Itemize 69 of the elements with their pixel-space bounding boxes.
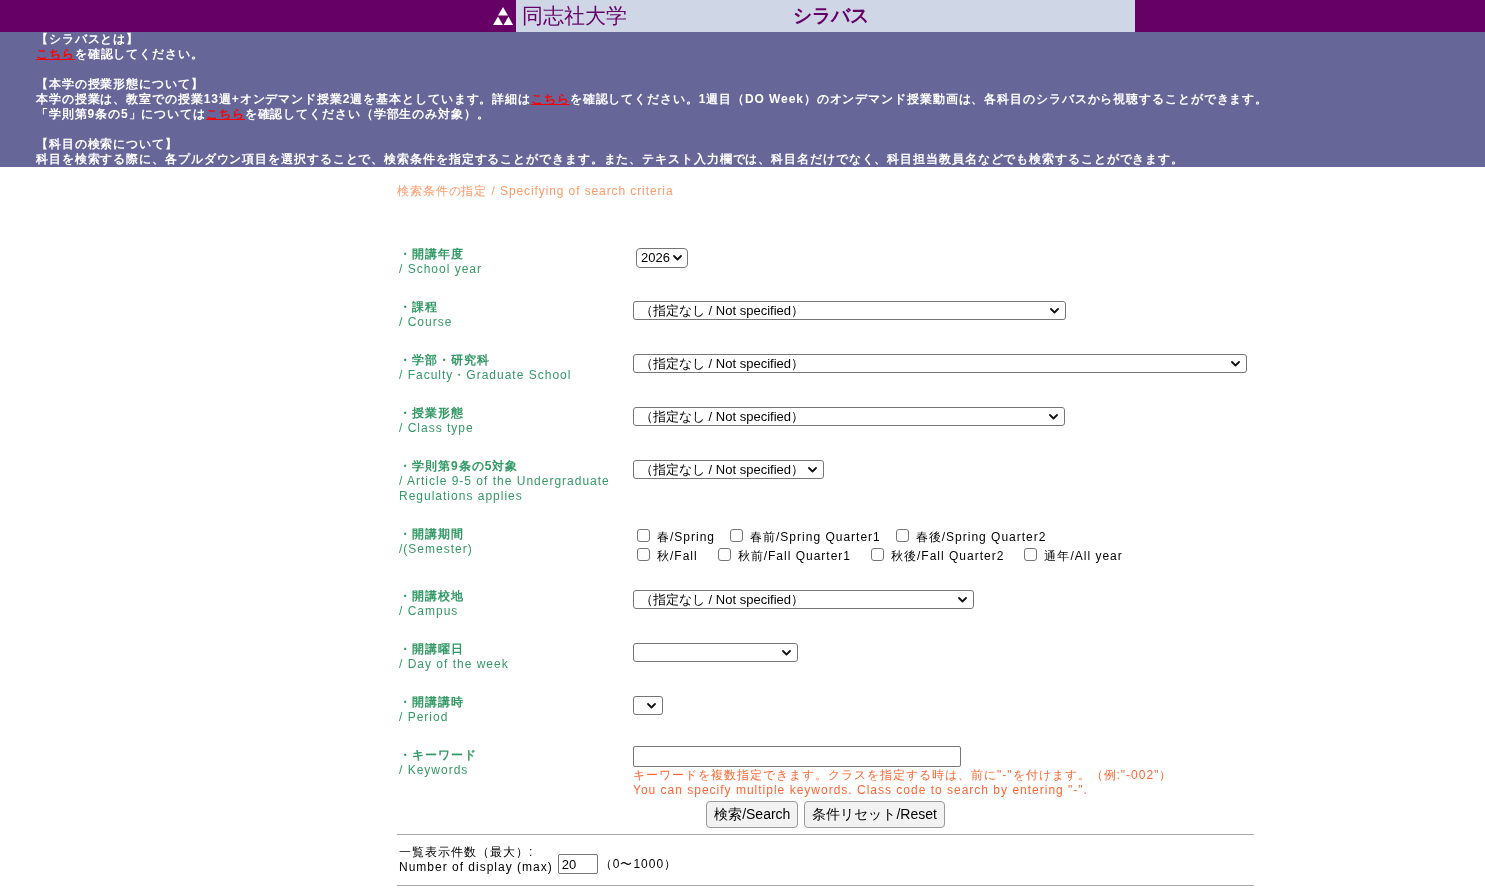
keyword-input[interactable] [633, 746, 961, 767]
hint-text: キーワードを複数指定できます。クラスを指定する時は、前に"-"を付けます。（例:"-002"） [633, 768, 1173, 783]
chevron-down-icon [1231, 360, 1240, 367]
checkbox-label[interactable]: 春後/Spring Quarter2 [915, 530, 1047, 545]
field-label: ・キーワード [399, 748, 477, 763]
field-label: ・開講年度 [399, 247, 464, 262]
checkbox[interactable] [637, 529, 650, 542]
dropdown[interactable]: （指定なし / Not specified） [633, 354, 1247, 373]
field-label: / Faculty・Graduate School [399, 368, 572, 383]
page-title: シラバス [793, 4, 869, 28]
checkbox[interactable] [895, 529, 909, 542]
chevron-down-icon [808, 466, 817, 473]
dropdown[interactable] [633, 696, 663, 715]
section-title: 検索条件の指定 / Specifying of search criteria [397, 184, 674, 198]
dropdown[interactable]: （指定なし / Not specified） [633, 407, 1065, 426]
field-label: ・課程 [399, 300, 438, 315]
reset-button[interactable]: 条件リセット/Reset [804, 801, 945, 828]
search-button[interactable]: 検索/Search [706, 801, 799, 828]
checkbox[interactable] [730, 529, 744, 542]
checkbox-label[interactable]: 秋/Fall [657, 549, 698, 564]
checkbox-label[interactable]: 春/Spring [657, 530, 716, 545]
hint-text: You can specify multiple keywords. Class code to search by entering "-". [633, 783, 1088, 798]
field-label: / Campus [399, 604, 459, 619]
field-label: ・学部・研究科 [399, 353, 490, 368]
checkbox-label[interactable]: 春前/Spring Quarter1 [750, 530, 881, 545]
chevron-down-icon [647, 702, 656, 709]
field-label: ・開講曜日 [399, 642, 464, 657]
display-count-label: Number of display (max) [399, 860, 553, 875]
field-label: / Period [399, 710, 449, 725]
checkbox[interactable] [637, 548, 650, 561]
field-label: / Keywords [399, 763, 469, 778]
field-label: / School year [399, 262, 483, 277]
field-label: ・開講校地 [399, 589, 464, 604]
checkbox-label[interactable]: 秋前/Fall Quarter1 [737, 549, 852, 564]
range-text: （0〜1000） [599, 857, 678, 872]
field-label: ・学則第9条の5対象 [399, 459, 519, 474]
field-label: ・開講講時 [399, 695, 464, 710]
dropdown[interactable]: （指定なし / Not specified） [633, 301, 1066, 320]
notice-text: 本学の授業は、教室での授業13週+オンデマンド授業2週を基本としています。詳細は こちら を確認してください。1週目（DO Week）のオンデマンド授業動画は、各科目のシラバスから視聴することができます。 [36, 92, 1270, 107]
field-label: / Class type [399, 421, 474, 436]
checkbox-label[interactable]: 通年/All year [1044, 549, 1123, 564]
notice-text: 「学則第9条の5」については こちら を確認してください（学部生のみ対象）。 [36, 107, 491, 122]
field-label: / Article 9-5 of the Undergraduate Regulations applies [399, 474, 611, 504]
checkbox[interactable] [717, 548, 731, 561]
notice-text: 科目を検索する際に、各プルダウン項目を選択することで、検索条件を指定することができます。また、テキスト入力欄では、科目名だけでなく、科目担当教員名などでも検索することができます。 [36, 152, 1186, 167]
display-count-input[interactable]: 20 [557, 854, 598, 874]
checkbox[interactable] [1024, 548, 1038, 561]
field-label: ・授業形態 [399, 406, 464, 421]
notice-heading: 【シラバスとは】 [36, 32, 141, 47]
chevron-down-icon [1049, 413, 1058, 420]
display-count-label: 一覧表示件数（最大）: [399, 845, 534, 860]
checkbox[interactable] [871, 548, 885, 561]
university-name: 同志社大学 [522, 4, 627, 28]
triangle-logo-icon [492, 7, 513, 25]
field-label: /(Semester) [399, 542, 473, 557]
field-label: / Course [399, 315, 453, 330]
chevron-down-icon [673, 255, 682, 261]
field-label: / Day of the week [399, 657, 509, 672]
checkbox-label[interactable]: 秋後/Fall Quarter2 [891, 549, 1005, 564]
notice-text: こちら を確認してください。 [36, 47, 205, 62]
dropdown[interactable]: 2026 [636, 248, 688, 268]
notice-heading: 【科目の検索について】 [36, 137, 179, 152]
chevron-down-icon [782, 649, 791, 656]
field-label: ・開講期間 [399, 527, 464, 542]
chevron-down-icon [1050, 307, 1059, 314]
notice-heading: 【本学の授業形態について】 [36, 77, 205, 92]
dropdown[interactable]: （指定なし / Not specified） [633, 460, 824, 479]
dropdown[interactable]: （指定なし / Not specified） [633, 590, 974, 609]
chevron-down-icon [958, 596, 967, 603]
